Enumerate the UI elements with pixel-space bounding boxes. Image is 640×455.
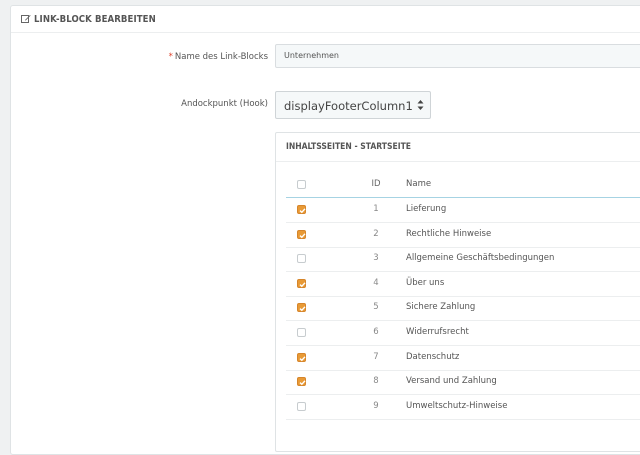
row-id: 1 [373, 204, 379, 214]
row-name: Sichere Zahlung [406, 302, 476, 313]
checkmark-icon [299, 355, 306, 361]
row-checkbox[interactable] [297, 328, 306, 337]
row-checkbox[interactable] [297, 401, 306, 411]
row-id: 3 [373, 253, 379, 264]
cms-pages-panel: INHALTSSEITEN - STARTSEITE ID Name 1 Lief… [275, 132, 640, 452]
row-id: 2 [373, 228, 379, 239]
panel-title: LINK-BLOCK BEARBEITEN [34, 13, 156, 25]
table-row[interactable]: 9 Umweltschutz-Hinweise [286, 395, 640, 420]
table-row[interactable]: 6 Widerrufsrecht [286, 321, 640, 346]
row-checkbox[interactable] [297, 205, 306, 214]
row-name: Datenschutz [406, 351, 460, 362]
row-id: 9 [373, 400, 379, 411]
row-checkbox[interactable] [297, 303, 306, 313]
hook-select[interactable]: displayFooterColumn1 [275, 91, 431, 119]
row-id: 5 [373, 302, 379, 313]
required-mark: * [168, 52, 173, 62]
table-row[interactable]: 2 Rechtliche Hinweise [286, 223, 640, 248]
row-name: Über uns [406, 277, 445, 288]
row-checkbox[interactable] [297, 352, 306, 362]
row-name: Lieferung [406, 204, 447, 214]
checkmark-icon [299, 232, 306, 238]
row-name: Rechtliche Hinweise [406, 228, 492, 239]
checkmark-icon [299, 380, 306, 386]
checkmark-icon [299, 208, 306, 214]
row-id: 4 [373, 277, 379, 288]
table-row[interactable]: 1 Lieferung [286, 198, 640, 223]
row-checkbox[interactable] [297, 278, 306, 288]
table-row[interactable]: 3 Allgemeine Geschäftsbedingungen [286, 247, 640, 273]
select-arrows-icon [417, 99, 424, 111]
row-name: Versand und Zahlung [406, 376, 497, 387]
select-all-checkbox[interactable] [297, 180, 306, 189]
hook-select-value: displayFooterColumn1 [284, 99, 413, 113]
row-checkbox[interactable] [297, 229, 306, 239]
row-id: 7 [373, 351, 379, 362]
table-row[interactable]: 7 Datenschutz [286, 346, 640, 371]
cms-pages-title: INHALTSSEITEN - STARTSEITE [276, 133, 640, 162]
row-id: 6 [373, 327, 379, 337]
header-name: Name [406, 179, 432, 189]
row-name: Allgemeine Geschäftsbedingungen [406, 253, 555, 264]
row-checkbox[interactable] [297, 254, 306, 264]
edit-icon [21, 14, 31, 24]
checkmark-icon [299, 306, 306, 312]
header-id: ID [371, 179, 381, 189]
hook-label: Andockpunkt (Hook) [181, 99, 268, 109]
table-header: ID Name [286, 173, 640, 198]
table-row[interactable]: 4 Über uns [286, 272, 640, 297]
table-row[interactable]: 5 Sichere Zahlung [286, 296, 640, 322]
row-id: 8 [373, 376, 379, 387]
link-block-name-input[interactable]: Unternehmen [275, 44, 640, 68]
row-name: Umweltschutz-Hinweise [406, 400, 508, 411]
checkmark-icon [299, 282, 306, 288]
row-checkbox[interactable] [297, 377, 306, 387]
panel-heading: LINK-BLOCK BEARBEITEN [11, 6, 640, 33]
row-name: Widerrufsrecht [406, 327, 469, 337]
name-label-text: Name des Link-Blocks [174, 52, 268, 62]
table-row[interactable]: 8 Versand und Zahlung [286, 370, 640, 396]
name-label: * Name des Link-Blocks [169, 52, 268, 62]
